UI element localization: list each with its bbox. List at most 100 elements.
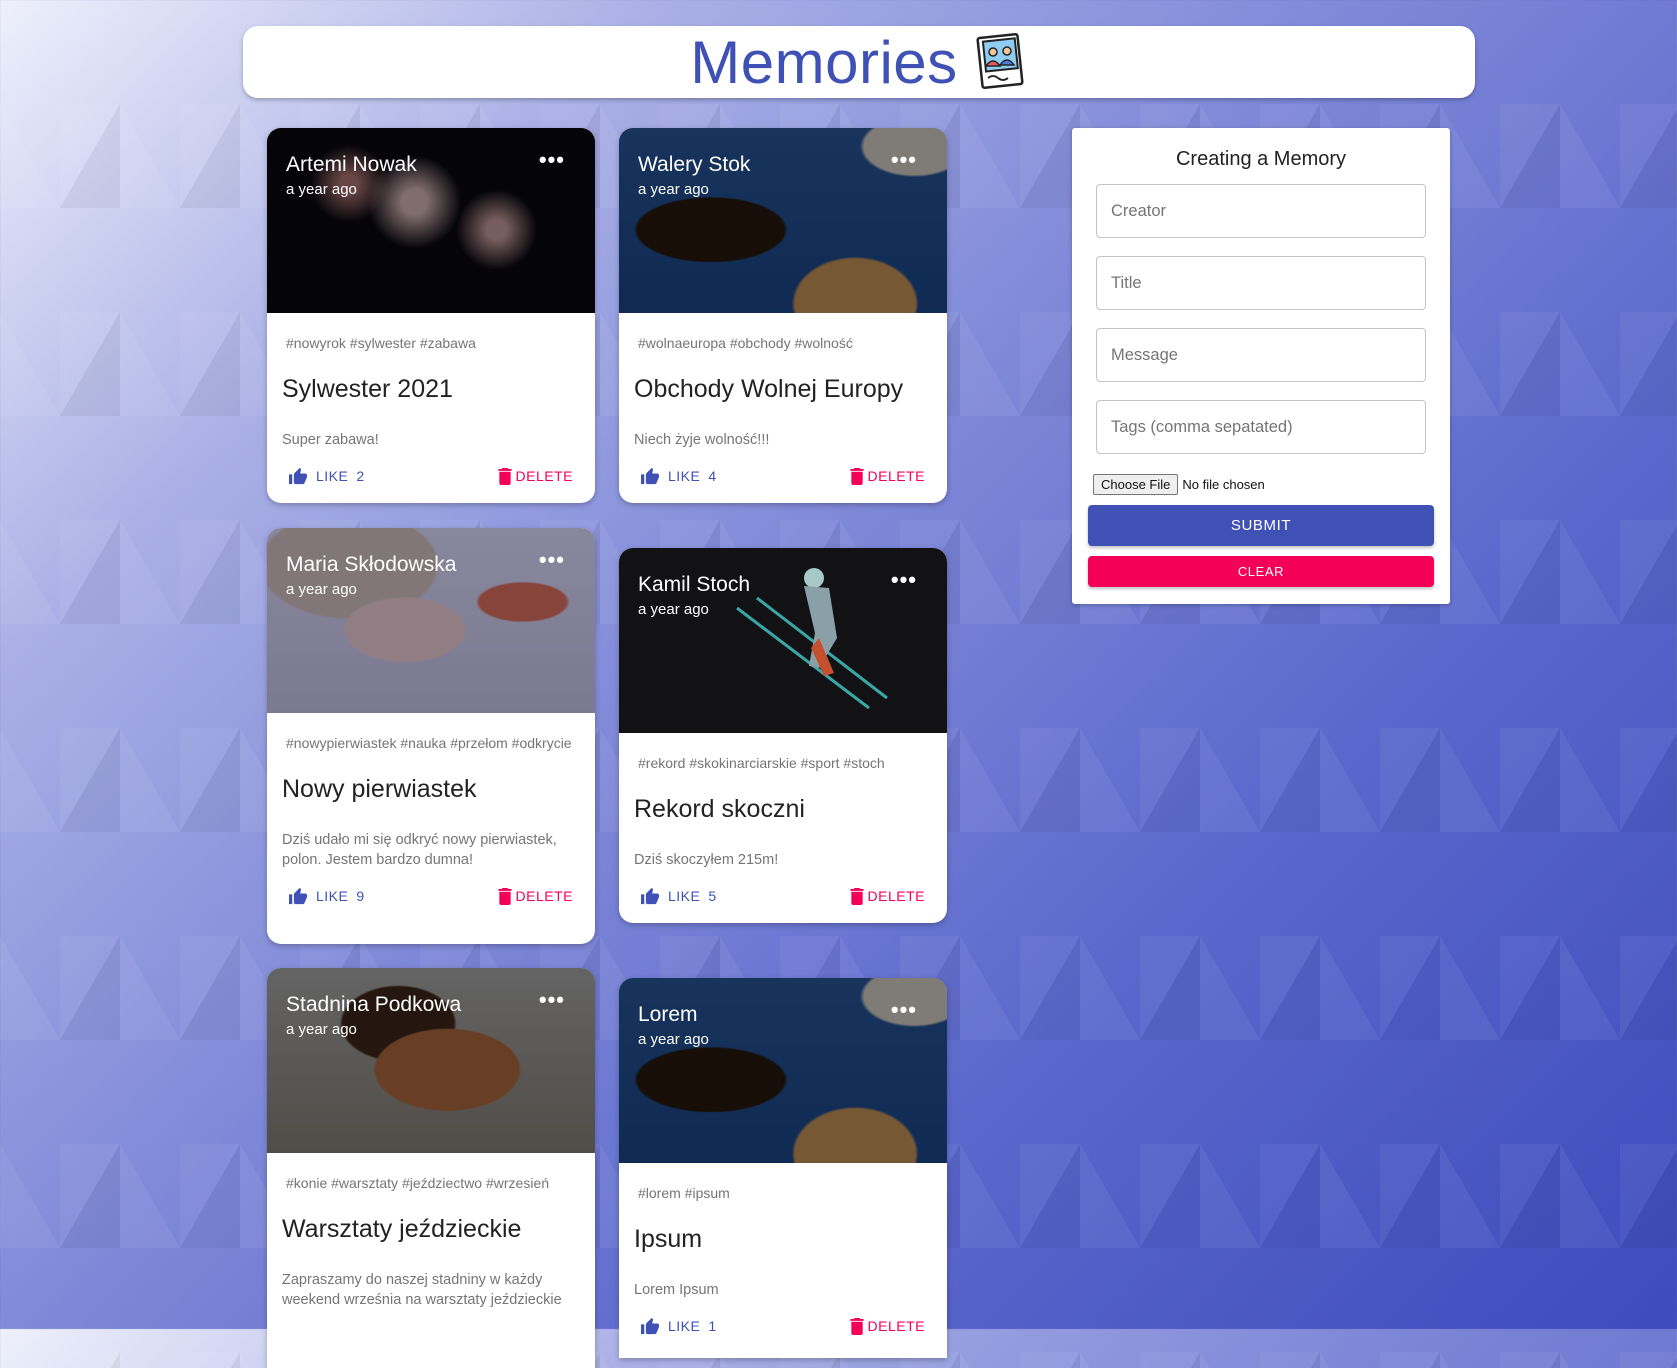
card-title: Sylwester 2021	[282, 375, 453, 403]
form-heading: Creating a Memory	[1175, 148, 1347, 170]
memory-card: Artemi Nowak a year ago ••• #nowyrok #sy…	[267, 128, 595, 503]
memory-card: Kamil Stoch a year ago ••• #rekord #skok…	[619, 548, 947, 923]
card-media-fireworks: Artemi Nowak a year ago •••	[267, 128, 595, 313]
card-time: a year ago	[638, 601, 709, 618]
memory-card: Maria Skłodowska a year ago ••• #nowypie…	[267, 528, 595, 944]
thumb-up-icon	[641, 1317, 659, 1335]
card-media-ski-jumper: Kamil Stoch a year ago •••	[619, 548, 947, 733]
card-actions: LIKE 5 DELETE	[619, 870, 947, 921]
title-input[interactable]	[1096, 256, 1426, 310]
card-media-people: Lorem a year ago •••	[619, 978, 947, 1163]
like-label: LIKE	[668, 888, 701, 904]
card-creator: Maria Skłodowska	[286, 553, 457, 576]
create-memory-form: Creating a Memory Choose File No file ch…	[1072, 128, 1450, 604]
creator-input[interactable]	[1096, 184, 1426, 238]
card-time: a year ago	[638, 1031, 709, 1048]
trash-icon	[849, 467, 864, 485]
trash-icon	[497, 467, 512, 485]
card-header: Maria Skłodowska a year ago	[286, 552, 456, 598]
card-time: a year ago	[638, 181, 709, 198]
card-header: Artemi Nowak a year ago	[286, 152, 417, 198]
like-count: 9	[356, 888, 365, 904]
like-label: LIKE	[316, 888, 349, 904]
more-horiz-icon[interactable]: •••	[539, 149, 565, 171]
trash-icon	[849, 1317, 864, 1335]
delete-label: DELETE	[867, 1318, 925, 1334]
card-tags: #konie #warsztaty #jeździectwo #wrzesień	[286, 1175, 550, 1191]
card-media-horse: Stadnina Podkowa a year ago •••	[267, 968, 595, 1153]
card-creator: Kamil Stoch	[638, 573, 751, 596]
delete-button[interactable]: DELETE	[849, 1317, 925, 1335]
file-upload: Choose File No file chosen	[1093, 474, 1265, 495]
card-title: Ipsum	[634, 1225, 703, 1253]
memories-logo-icon	[976, 32, 1024, 90]
trash-icon	[849, 887, 864, 905]
card-message: Dziś udało mi się odkryć nowy pierwiaste…	[282, 832, 557, 868]
delete-button[interactable]: DELETE	[849, 467, 925, 485]
like-button[interactable]: LIKE 2	[288, 467, 365, 485]
like-button[interactable]: LIKE 4	[640, 467, 717, 485]
card-media-scientist: Maria Skłodowska a year ago •••	[267, 528, 595, 713]
more-horiz-icon[interactable]: •••	[891, 999, 917, 1021]
memory-card: Lorem a year ago ••• #lorem #ipsum Ipsum…	[619, 978, 947, 1358]
like-count: 1	[708, 1318, 717, 1334]
card-actions: LIKE 4 DELETE	[619, 450, 947, 501]
file-status: No file chosen	[1182, 477, 1265, 492]
delete-label: DELETE	[515, 468, 573, 484]
like-button[interactable]: LIKE 5	[640, 887, 717, 905]
like-count: 4	[708, 468, 717, 484]
thumb-up-icon	[289, 887, 307, 905]
delete-label: DELETE	[515, 888, 573, 904]
card-message: Super zabawa!	[282, 432, 379, 448]
more-horiz-icon[interactable]: •••	[539, 989, 565, 1011]
clear-button[interactable]: CLEAR	[1088, 556, 1434, 587]
tags-input[interactable]	[1096, 400, 1426, 454]
more-horiz-icon[interactable]: •••	[891, 149, 917, 171]
card-tags: #lorem #ipsum	[638, 1185, 730, 1201]
like-button[interactable]: LIKE 9	[288, 887, 365, 905]
memory-card: Walery Stok a year ago ••• #wolnaeuropa …	[619, 128, 947, 503]
card-time: a year ago	[286, 181, 357, 198]
delete-button[interactable]: DELETE	[849, 887, 925, 905]
more-horiz-icon[interactable]: •••	[539, 549, 565, 571]
card-creator: Lorem	[638, 1003, 698, 1026]
like-label: LIKE	[316, 468, 349, 484]
more-horiz-icon[interactable]: •••	[891, 569, 917, 591]
card-actions: LIKE 9 DELETE	[267, 870, 595, 921]
trash-icon	[497, 887, 512, 905]
card-header: Walery Stok a year ago	[638, 152, 750, 198]
card-header: Kamil Stoch a year ago	[638, 572, 750, 618]
card-message: Dziś skoczyłem 215m!	[634, 852, 779, 868]
like-button[interactable]: LIKE 1	[640, 1317, 717, 1335]
delete-button[interactable]: DELETE	[497, 887, 573, 905]
card-time: a year ago	[286, 581, 357, 598]
like-label: LIKE	[668, 468, 701, 484]
app-title: Memories	[690, 28, 958, 96]
card-creator: Walery Stok	[638, 153, 751, 176]
card-media-people: Walery Stok a year ago •••	[619, 128, 947, 313]
card-title: Obchody Wolnej Europy	[634, 375, 904, 403]
thumb-up-icon	[641, 887, 659, 905]
card-actions: LIKE 2 DELETE	[267, 450, 595, 501]
card-title: Warsztaty jeździeckie	[282, 1215, 522, 1243]
delete-button[interactable]: DELETE	[497, 467, 573, 485]
card-message: Niech żyje wolność!!!	[634, 432, 770, 448]
card-title: Nowy pierwiastek	[282, 775, 477, 803]
card-title: Rekord skoczni	[634, 795, 805, 823]
card-message: Lorem Ipsum	[634, 1282, 719, 1298]
like-count: 2	[356, 468, 365, 484]
card-message: Zapraszamy do naszej stadniny w każdy we…	[282, 1272, 562, 1308]
choose-file-button[interactable]: Choose File	[1093, 474, 1179, 495]
like-label: LIKE	[668, 1318, 701, 1334]
card-creator: Stadnina Podkowa	[286, 993, 462, 1016]
card-tags: #nowyrok #sylwester #zabawa	[286, 335, 476, 351]
delete-label: DELETE	[867, 888, 925, 904]
message-input[interactable]	[1096, 328, 1426, 382]
card-creator: Artemi Nowak	[286, 153, 417, 176]
card-tags: #wolnaeuropa #obchody #wolność	[638, 335, 853, 351]
submit-button[interactable]: SUBMIT	[1088, 505, 1434, 546]
thumb-up-icon	[289, 467, 307, 485]
card-header: Stadnina Podkowa a year ago	[286, 992, 461, 1038]
memory-card: Stadnina Podkowa a year ago ••• #konie #…	[267, 968, 595, 1368]
card-actions: LIKE 1 DELETE	[619, 1300, 947, 1351]
